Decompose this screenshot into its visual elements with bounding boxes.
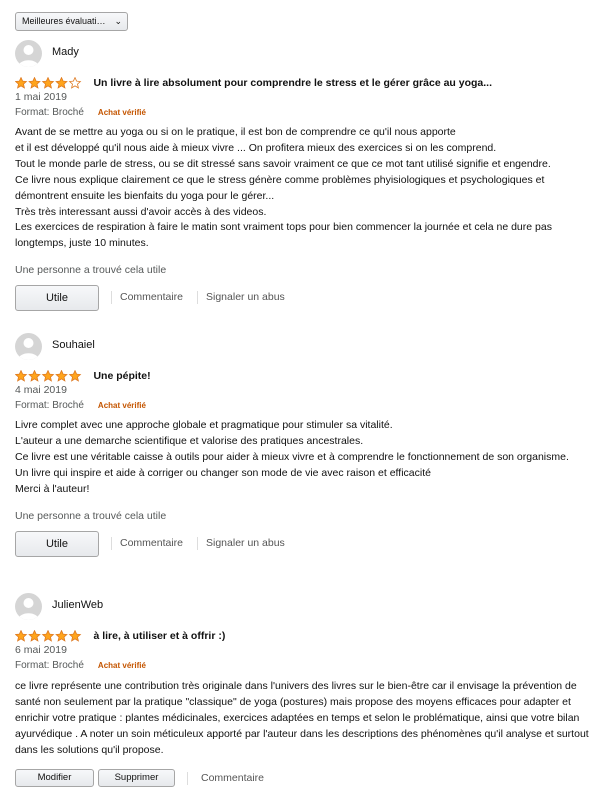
helpful-button[interactable]: Utile [15, 285, 99, 312]
author-name[interactable]: JulienWeb [52, 599, 103, 611]
star-filled-icon [55, 369, 68, 382]
star-filled-icon [28, 629, 41, 642]
review-body-line: ce livre représente une contribution trè… [15, 680, 589, 756]
review-format[interactable]: Format: Broché [15, 107, 84, 118]
avatar [15, 333, 42, 360]
report-abuse-link[interactable]: Signaler un abus [206, 537, 285, 549]
star-filled-icon [68, 629, 82, 642]
divider [187, 771, 188, 785]
edit-button[interactable]: Modifier [15, 768, 94, 787]
review-author: JulienWeb [15, 593, 590, 621]
helpful-count: Une personne a trouvé cela utile [15, 509, 167, 522]
author-name[interactable]: Souhaiel [52, 339, 95, 351]
review-actions: Modifier Supprimer Commentaire [15, 768, 590, 789]
star-filled-icon [15, 629, 28, 642]
star-empty-icon [68, 76, 82, 89]
divider [111, 536, 112, 550]
star-filled-icon [41, 76, 55, 89]
report-abuse-link[interactable]: Signaler un abus [206, 291, 285, 303]
review-author: Mady [15, 40, 590, 68]
review-actions: Utile Commentaire Signaler un abus [15, 285, 590, 312]
review-body-line: Livre complet avec une approche globale … [15, 419, 393, 431]
verified-purchase-badge: Achat vérifié [97, 108, 146, 117]
avatar [15, 593, 42, 620]
helpful-button[interactable]: Utile [15, 530, 99, 557]
review-title[interactable]: à lire, à utiliser et à offrir :) [93, 630, 225, 642]
review-card: Souhaiel Une pépite! 4 mai 2019 Format: … [15, 333, 590, 557]
review-date: 1 mai 2019 [15, 91, 67, 103]
verified-purchase-badge: Achat vérifié [97, 401, 146, 410]
star-filled-icon [41, 369, 55, 382]
divider [197, 536, 198, 550]
sort-selected-label: Meilleures évaluati… [22, 16, 106, 26]
review-body-line: Merci à l'auteur! [15, 482, 90, 495]
avatar [15, 40, 42, 67]
review-format[interactable]: Format: Broché [15, 660, 84, 671]
review-title[interactable]: Une pépite! [93, 370, 150, 382]
review-body-line: Très très interessant aussi d'avoir accè… [15, 205, 267, 218]
review-body-line: Ce livre nous explique clairement ce que… [15, 173, 545, 202]
comment-link[interactable]: Commentaire [120, 537, 183, 549]
star-filled-icon [55, 629, 68, 642]
review-body-line: Avant de se mettre au yoga ou si on le p… [15, 126, 456, 138]
review-date: 6 mai 2019 [15, 644, 67, 656]
review-actions: Utile Commentaire Signaler un abus [15, 530, 590, 557]
comment-link[interactable]: Commentaire [201, 772, 264, 784]
review-format-line: Format: Broché Achat vérifié [15, 398, 590, 413]
review-body: ce livre représente une contribution trè… [15, 679, 590, 759]
star-filled-icon [15, 76, 28, 89]
review-body-line: et il est développé qu'il nous aide à mi… [15, 141, 497, 154]
delete-button[interactable]: Supprimer [98, 768, 175, 787]
star-filled-icon [41, 629, 55, 642]
review-author: Souhaiel [15, 333, 590, 361]
review-body-line: Un livre qui inspire et aide à corriger … [15, 466, 431, 479]
review-format[interactable]: Format: Broché [15, 400, 84, 411]
review-body-line: L'auteur a une demarche scientifique et … [15, 434, 364, 447]
review-body: Livre complet avec une approche globale … [15, 418, 590, 498]
review-title[interactable]: Un livre à lire absolument pour comprend… [93, 77, 492, 89]
star-filled-icon [68, 369, 82, 382]
review-body-line: Les exercices de respiration à faire le … [15, 221, 552, 250]
star-rating[interactable] [15, 629, 83, 642]
review-card: Mady Un livre à lire absolument pour com… [15, 40, 590, 312]
divider [111, 291, 112, 305]
star-filled-icon [15, 369, 28, 382]
star-rating[interactable] [15, 76, 83, 89]
helpful-count: Une personne a trouvé cela utile [15, 264, 167, 277]
review-body-line: Ce livre est une véritable caisse à outi… [15, 450, 569, 463]
star-filled-icon [28, 369, 41, 382]
review-body: Avant de se mettre au yoga ou si on le p… [15, 125, 590, 252]
review-format-line: Format: Broché Achat vérifié [15, 658, 590, 673]
star-rating[interactable] [15, 369, 83, 382]
sort-dropdown[interactable]: Meilleures évaluati… ⌄ [15, 12, 128, 31]
review-date: 4 mai 2019 [15, 384, 67, 396]
review-format-line: Format: Broché Achat vérifié [15, 105, 590, 120]
author-name[interactable]: Mady [52, 46, 79, 58]
review-body-line: Tout le monde parle de stress, ou se dit… [15, 157, 551, 170]
review-card: JulienWeb à lire, à utiliser et à offrir… [15, 593, 590, 789]
comment-link[interactable]: Commentaire [120, 291, 183, 303]
star-filled-icon [55, 76, 68, 89]
verified-purchase-badge: Achat vérifié [97, 661, 146, 670]
divider [197, 291, 198, 305]
chevron-down-icon: ⌄ [114, 16, 122, 26]
star-filled-icon [28, 76, 41, 89]
